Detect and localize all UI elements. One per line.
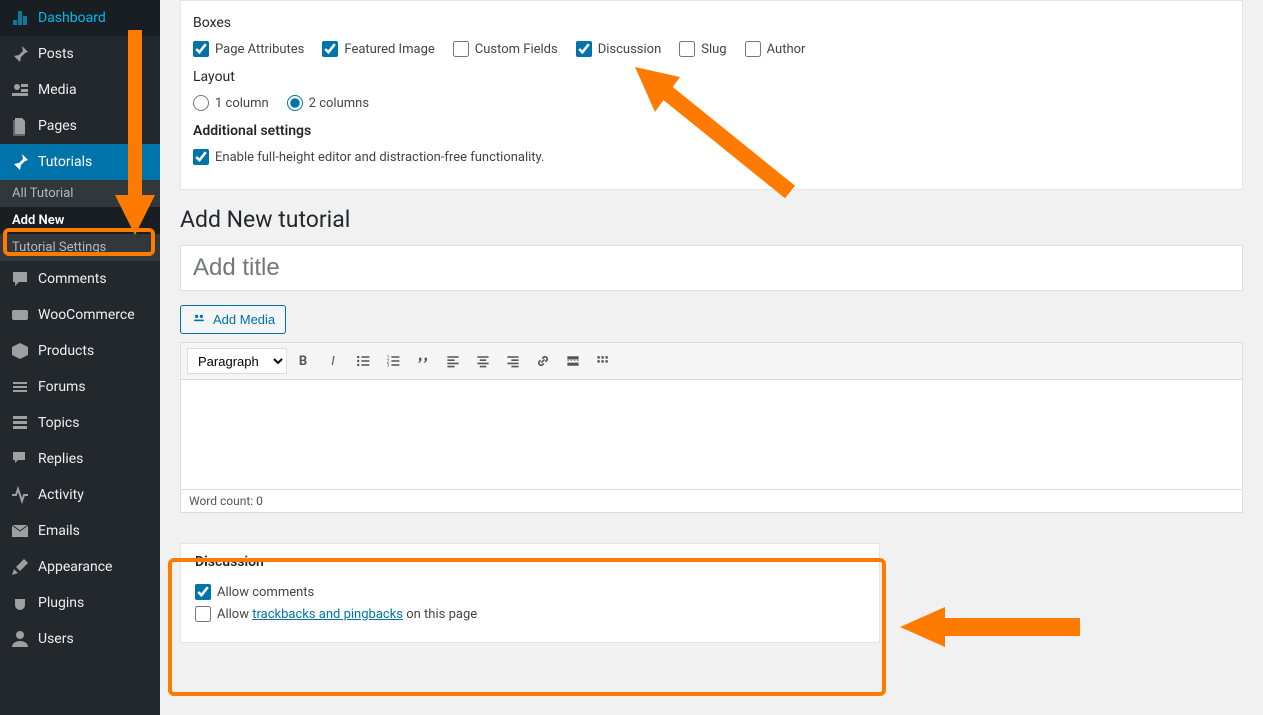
sidebar-item-label: Topics <box>38 415 79 431</box>
sidebar-item-label: Pages <box>38 118 77 134</box>
topics-icon <box>10 413 30 433</box>
sidebar-item-plugins[interactable]: Plugins <box>0 585 160 621</box>
comment-icon <box>10 269 30 289</box>
sidebar-item-posts[interactable]: Posts <box>0 36 160 72</box>
add-media-button[interactable]: Add Media <box>180 305 286 334</box>
boxes-label: Boxes <box>193 15 1230 31</box>
admin-sidebar: Dashboard Posts Media Pages Tutorials Al… <box>0 0 160 715</box>
page-title: Add New tutorial <box>180 206 1243 233</box>
sidebar-item-label: Plugins <box>38 595 84 611</box>
forum-icon <box>10 377 30 397</box>
screen-options-panel: Boxes Page Attributes Featured Image Cus… <box>180 0 1243 190</box>
submenu-tutorial-settings[interactable]: Tutorial Settings <box>0 234 160 261</box>
dashboard-icon <box>10 8 30 28</box>
sidebar-item-label: Activity <box>38 487 84 503</box>
main-content: Boxes Page Attributes Featured Image Cus… <box>160 0 1263 715</box>
pin-icon <box>10 44 30 64</box>
checkbox-fullheight-editor[interactable]: Enable full-height editor and distractio… <box>193 149 544 165</box>
align-right-button[interactable] <box>499 347 527 375</box>
sidebar-item-woocommerce[interactable]: WooCommerce <box>0 297 160 333</box>
align-center-button[interactable] <box>469 347 497 375</box>
link-button[interactable] <box>529 347 557 375</box>
sidebar-item-label: WooCommerce <box>38 307 135 323</box>
sidebar-item-label: Forums <box>38 379 86 395</box>
sidebar-item-label: Users <box>38 631 74 647</box>
brush-icon <box>10 557 30 577</box>
checkbox-featured-image[interactable]: Featured Image <box>322 41 434 57</box>
sidebar-item-media[interactable]: Media <box>0 72 160 108</box>
post-title-input[interactable] <box>180 245 1243 291</box>
active-indicator-icon <box>160 154 168 170</box>
checkbox-custom-fields[interactable]: Custom Fields <box>453 41 558 57</box>
checkbox-slug[interactable]: Slug <box>679 41 726 57</box>
editor-content[interactable] <box>180 380 1243 490</box>
sidebar-item-label: Appearance <box>38 559 112 575</box>
format-select[interactable]: Paragraph <box>187 348 287 374</box>
editor-toolbar: Paragraph B I 123 <box>180 342 1243 380</box>
toolbar-toggle-button[interactable] <box>589 347 617 375</box>
sidebar-item-label: Products <box>38 343 94 359</box>
sidebar-item-label: Dashboard <box>38 10 106 26</box>
replies-icon <box>10 449 30 469</box>
sidebar-item-topics[interactable]: Topics <box>0 405 160 441</box>
plugin-icon <box>10 593 30 613</box>
pin-icon <box>10 152 30 172</box>
align-left-button[interactable] <box>439 347 467 375</box>
sidebar-item-tutorials[interactable]: Tutorials <box>0 144 160 180</box>
cube-icon <box>10 341 30 361</box>
sidebar-item-label: Replies <box>38 451 83 467</box>
numbered-list-button[interactable]: 123 <box>379 347 407 375</box>
sidebar-item-dashboard[interactable]: Dashboard <box>0 0 160 36</box>
woo-icon <box>10 305 30 325</box>
sidebar-item-activity[interactable]: Activity <box>0 477 160 513</box>
checkbox-discussion[interactable]: Discussion <box>576 41 662 57</box>
editor-statusbar: Word count: 0 <box>180 490 1243 513</box>
checkbox-allow-comments[interactable]: Allow comments <box>195 584 314 600</box>
media-icon <box>10 80 30 100</box>
sidebar-item-label: Comments <box>38 271 107 287</box>
word-count: Word count: 0 <box>189 494 263 508</box>
activity-icon <box>10 485 30 505</box>
email-icon <box>10 521 30 541</box>
sidebar-item-appearance[interactable]: Appearance <box>0 549 160 585</box>
sidebar-item-emails[interactable]: Emails <box>0 513 160 549</box>
sidebar-item-products[interactable]: Products <box>0 333 160 369</box>
submenu-all-tutorial[interactable]: All Tutorial <box>0 180 160 207</box>
radio-1-column[interactable]: 1 column <box>193 95 269 111</box>
trackbacks-link[interactable]: trackbacks and pingbacks <box>252 607 403 622</box>
sidebar-item-label: Tutorials <box>38 154 92 170</box>
sidebar-item-label: Posts <box>38 46 74 62</box>
submenu-add-new[interactable]: Add New <box>0 207 160 234</box>
checkbox-page-attributes[interactable]: Page Attributes <box>193 41 304 57</box>
users-icon <box>10 629 30 649</box>
discussion-heading: Discussion <box>195 554 865 570</box>
additional-settings-label: Additional settings <box>193 123 1230 139</box>
checkbox-allow-trackbacks[interactable]: Allow trackbacks and pingbacks on this p… <box>195 606 477 622</box>
sidebar-item-comments[interactable]: Comments <box>0 261 160 297</box>
radio-2-columns[interactable]: 2 columns <box>287 95 369 111</box>
checkbox-author[interactable]: Author <box>745 41 806 57</box>
sidebar-item-label: Emails <box>38 523 80 539</box>
layout-label: Layout <box>193 69 1230 85</box>
sidebar-item-label: Media <box>38 82 77 98</box>
bulleted-list-button[interactable] <box>349 347 377 375</box>
sidebar-item-replies[interactable]: Replies <box>0 441 160 477</box>
camera-icon <box>191 310 207 329</box>
discussion-metabox: Discussion Allow comments Allow trackbac… <box>180 543 880 643</box>
bold-button[interactable]: B <box>289 347 317 375</box>
pages-icon <box>10 116 30 136</box>
sidebar-submenu: All Tutorial Add New Tutorial Settings <box>0 180 160 261</box>
sidebar-item-pages[interactable]: Pages <box>0 108 160 144</box>
svg-text:3: 3 <box>387 363 390 369</box>
sidebar-item-forums[interactable]: Forums <box>0 369 160 405</box>
italic-button[interactable]: I <box>319 347 347 375</box>
read-more-button[interactable] <box>559 347 587 375</box>
sidebar-item-users[interactable]: Users <box>0 621 160 657</box>
blockquote-button[interactable] <box>409 347 437 375</box>
